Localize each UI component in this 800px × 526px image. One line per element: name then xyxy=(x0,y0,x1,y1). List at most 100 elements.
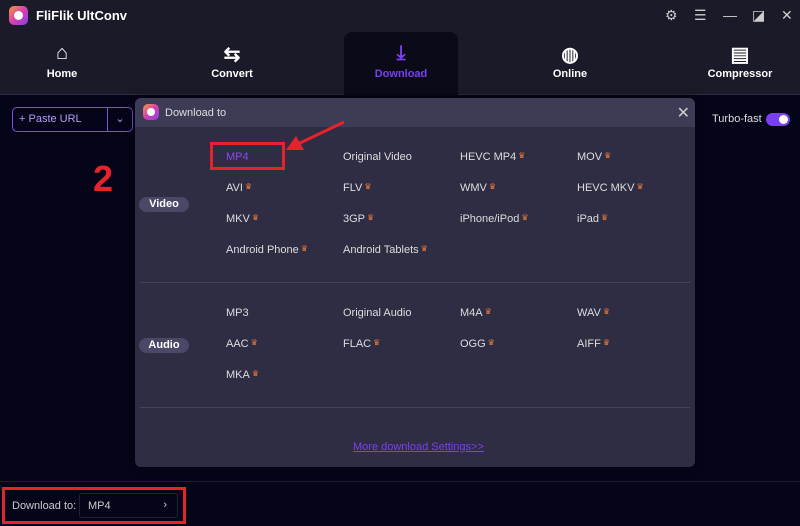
minimize-icon[interactable]: — xyxy=(723,7,737,23)
format-label: M4A xyxy=(460,307,483,319)
format-option[interactable]: Original Video xyxy=(343,151,412,163)
format-option[interactable]: FLV ♛ xyxy=(343,182,372,194)
divider xyxy=(0,481,800,482)
format-option[interactable]: WAV ♛ xyxy=(577,307,610,319)
crown-icon: ♛ xyxy=(367,213,375,222)
crown-icon: ♛ xyxy=(420,244,428,253)
crown-icon: ♛ xyxy=(521,213,529,222)
format-option[interactable]: Android Tablets ♛ xyxy=(343,244,428,256)
format-option[interactable]: FLAC ♛ xyxy=(343,338,380,350)
compressor-icon: ▤ xyxy=(730,44,750,66)
menu-icon[interactable]: ☰ xyxy=(694,7,707,24)
format-option[interactable]: 3GP ♛ xyxy=(343,213,374,225)
format-option[interactable]: WMV ♛ xyxy=(460,182,496,194)
format-option[interactable]: MOV ♛ xyxy=(577,151,611,163)
tab-label: Online xyxy=(552,68,588,80)
category-video: Video xyxy=(139,197,189,212)
format-label: MP3 xyxy=(226,307,249,319)
paste-url-main[interactable]: + Paste URL xyxy=(13,108,108,131)
format-label: WMV xyxy=(460,182,487,194)
title-bar: FliFlik UltConv ⚙ ☰ — ◪ ✕ ⌂ Home ⇆ Convert… xyxy=(0,0,800,95)
format-label: 3GP xyxy=(343,213,366,225)
tab-label: Home xyxy=(46,68,78,80)
crown-icon: ♛ xyxy=(484,307,492,316)
tab-label: Download xyxy=(374,68,428,80)
tab-label: Compressor xyxy=(707,68,773,80)
crown-icon: ♛ xyxy=(488,182,497,191)
dialog-title: Download to xyxy=(165,107,227,119)
paste-url-button[interactable]: + Paste URL ⌄ xyxy=(12,107,133,132)
more-download-settings-link[interactable]: More download Settings>> xyxy=(353,441,484,453)
format-label: WAV xyxy=(577,307,601,319)
convert-icon: ⇆ xyxy=(223,44,241,66)
globe-icon: ◍ xyxy=(561,44,579,66)
app-logo xyxy=(9,6,28,25)
crown-icon: ♛ xyxy=(364,182,372,191)
arrow-annotation xyxy=(286,120,345,150)
format-option[interactable]: MKA ♛ xyxy=(226,369,259,381)
paste-url-label: Paste URL xyxy=(28,113,82,125)
format-label: Android Phone xyxy=(226,244,299,256)
format-label: iPad xyxy=(577,213,600,225)
crown-icon: ♛ xyxy=(300,244,308,253)
format-option[interactable]: iPhone/iPod ♛ xyxy=(460,213,529,225)
format-label: AIFF xyxy=(577,338,601,350)
format-label: Original Audio xyxy=(343,307,412,319)
gear-icon[interactable]: ⚙ xyxy=(665,7,678,24)
format-option[interactable]: Android Phone ♛ xyxy=(226,244,308,256)
format-label: AAC xyxy=(226,338,249,350)
crown-icon: ♛ xyxy=(604,151,612,160)
close-icon[interactable]: ✕ xyxy=(677,103,690,123)
divider xyxy=(140,407,690,408)
format-label: Original Video xyxy=(343,151,412,163)
tab-download[interactable]: ⤓ Download xyxy=(344,32,458,95)
highlight-box xyxy=(2,487,186,524)
divider xyxy=(140,282,690,283)
format-label: FLV xyxy=(343,182,363,194)
maximize-icon[interactable]: ◪ xyxy=(752,7,765,24)
format-label: MKA xyxy=(226,369,250,381)
format-label: iPhone/iPod xyxy=(460,213,520,225)
format-label: MKV xyxy=(226,213,250,225)
turbo-fast-toggle[interactable] xyxy=(766,113,790,126)
format-option[interactable]: OGG ♛ xyxy=(460,338,495,350)
format-option[interactable]: AVI ♛ xyxy=(226,182,252,194)
format-option[interactable]: iPad ♛ xyxy=(577,213,608,225)
format-option[interactable]: MP3 xyxy=(226,307,249,319)
highlight-box xyxy=(210,142,285,170)
crown-icon: ♛ xyxy=(601,213,609,222)
download-icon: ⤓ xyxy=(396,42,406,64)
format-option[interactable]: AIFF ♛ xyxy=(577,338,610,350)
dialog-header: Download to ✕ xyxy=(135,98,695,127)
crown-icon: ♛ xyxy=(244,182,253,191)
crown-icon: ♛ xyxy=(602,338,611,347)
format-option[interactable]: MKV ♛ xyxy=(226,213,259,225)
format-option[interactable]: HEVC MKV ♛ xyxy=(577,182,644,194)
format-option[interactable]: AAC ♛ xyxy=(226,338,258,350)
format-option[interactable]: M4A ♛ xyxy=(460,307,492,319)
turbo-fast-label: Turbo-fast xyxy=(712,113,762,125)
tab-convert[interactable]: ⇆ Convert xyxy=(170,32,294,95)
crown-icon: ♛ xyxy=(602,307,611,316)
tab-label: Convert xyxy=(211,68,253,80)
format-label: HEVC MKV xyxy=(577,182,635,194)
tab-online[interactable]: ◍ Online xyxy=(508,32,632,95)
category-audio: Audio xyxy=(139,338,189,353)
crown-icon: ♛ xyxy=(251,213,260,222)
format-label: AVI xyxy=(226,182,243,194)
tab-compressor[interactable]: ▤ Compressor xyxy=(678,32,800,95)
chevron-down-icon[interactable]: ⌄ xyxy=(108,108,132,131)
app-title: FliFlik UltConv xyxy=(36,8,127,23)
format-label: Android Tablets xyxy=(343,244,419,256)
format-option[interactable]: HEVC MP4 ♛ xyxy=(460,151,525,163)
tab-home[interactable]: ⌂ Home xyxy=(0,32,124,95)
format-label: MOV xyxy=(577,151,603,163)
step-number-annotation: 2 xyxy=(93,158,114,199)
format-option[interactable]: Original Audio xyxy=(343,307,412,319)
format-label: OGG xyxy=(460,338,486,350)
format-label: HEVC MP4 xyxy=(460,151,517,163)
crown-icon: ♛ xyxy=(373,338,381,347)
app-logo xyxy=(143,104,159,120)
crown-icon: ♛ xyxy=(250,338,258,347)
close-icon[interactable]: ✕ xyxy=(781,7,793,24)
